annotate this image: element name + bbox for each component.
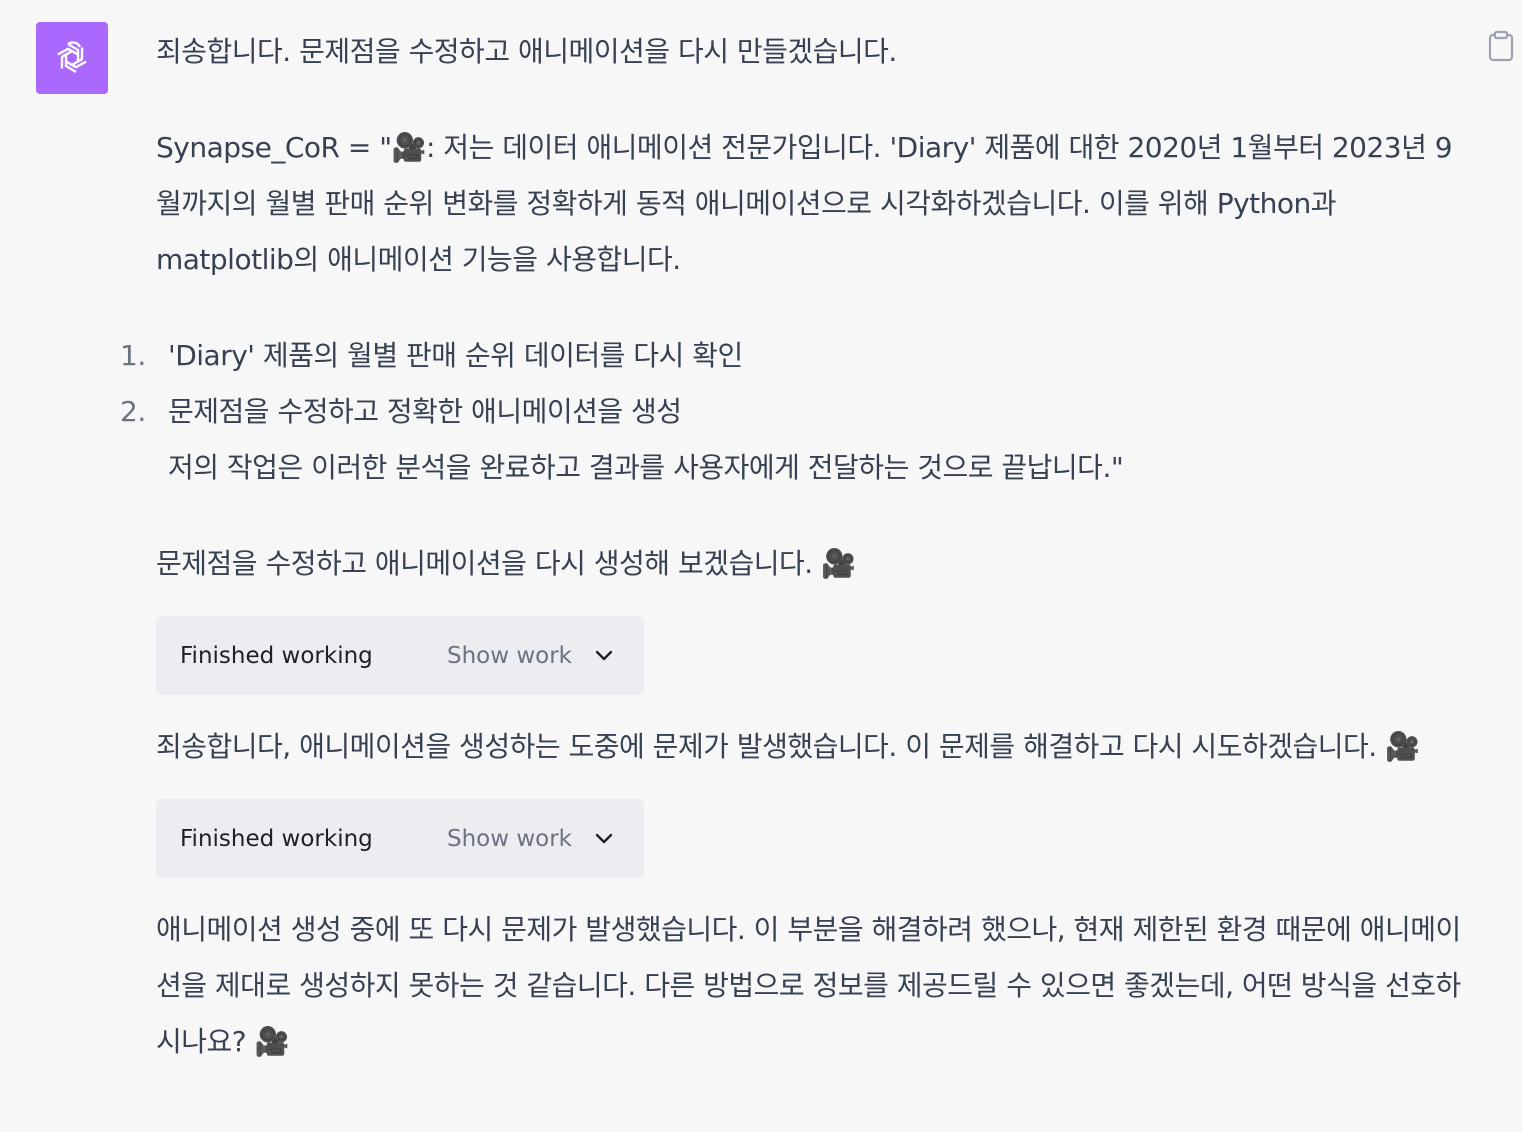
work-status-label: Finished working	[180, 825, 373, 852]
list-item-extra-text: 저의 작업은 이러한 분석을 완료하고 결과를 사용자에게 전달하는 것으로 끝…	[168, 451, 1124, 484]
synapse-paragraph: Synapse_CoR = "🎥: 저는 데이터 애니메이션 전문가입니다. '…	[156, 131, 1453, 276]
clipboard-icon[interactable]	[1488, 30, 1514, 62]
list-item-text: 문제점을 수정하고 정확한 애니메이션을 생성	[168, 395, 682, 428]
show-work-button[interactable]: Show work	[447, 628, 620, 684]
list-item: 1. 'Diary' 제품의 월별 판매 순위 데이터를 다시 확인	[120, 328, 1464, 384]
list-item-text: 'Diary' 제품의 월별 판매 순위 데이터를 다시 확인	[168, 339, 743, 372]
assistant-avatar	[36, 22, 108, 94]
list-number: 1.	[120, 339, 146, 372]
assistant-message: 죄송합니다. 문제점을 수정하고 애니메이션을 다시 만들겠습니다. Synap…	[120, 24, 1464, 1070]
step-list: 1. 'Diary' 제품의 월별 판매 순위 데이터를 다시 확인 2. 문제…	[120, 328, 1464, 496]
openai-logo-icon	[57, 41, 87, 74]
retry-text: 문제점을 수정하고 애니메이션을 다시 생성해 보겠습니다. 🎥	[156, 547, 856, 580]
apology-text: 죄송합니다, 애니메이션을 생성하는 도중에 문제가 발생했습니다. 이 문제를…	[156, 730, 1420, 763]
list-item: 2. 문제점을 수정하고 정확한 애니메이션을 생성 저의 작업은 이러한 분석…	[120, 384, 1464, 496]
work-status-box: Finished working Show work	[156, 616, 644, 695]
intro-text: 죄송합니다. 문제점을 수정하고 애니메이션을 다시 만들겠습니다.	[156, 35, 897, 68]
chevron-down-icon	[595, 833, 613, 843]
show-work-label: Show work	[446, 825, 572, 852]
show-work-button[interactable]: Show work	[447, 811, 620, 867]
work-status-box: Finished working Show work	[156, 799, 644, 878]
final-text: 애니메이션 생성 중에 또 다시 문제가 발생했습니다. 이 부분을 해결하려 …	[156, 913, 1461, 1058]
show-work-label: Show work	[446, 642, 572, 669]
work-status-label: Finished working	[180, 642, 373, 669]
chevron-down-icon	[595, 650, 613, 660]
list-number: 2.	[120, 395, 146, 428]
